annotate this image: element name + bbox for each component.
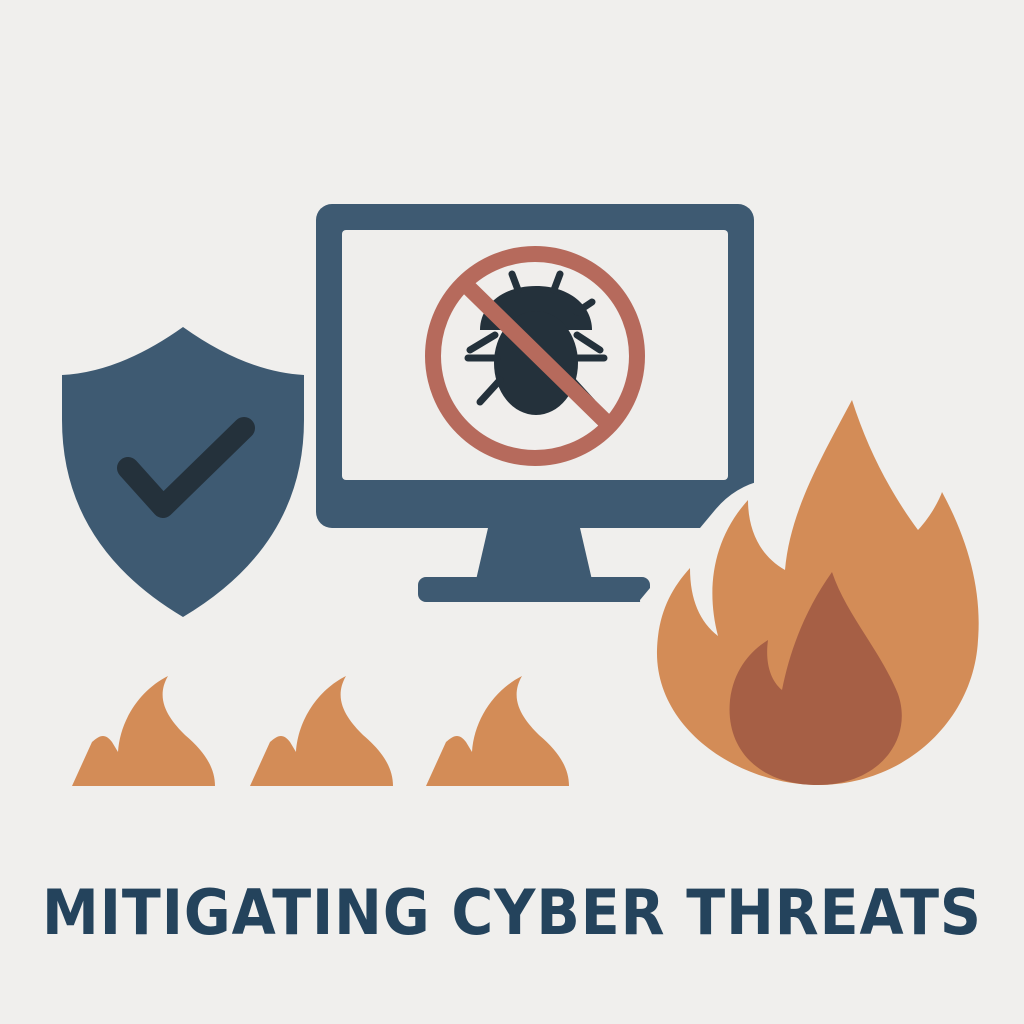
headline: MITIGATING CYBER THREATS — [42, 876, 982, 949]
monitor-stand-neck — [476, 528, 592, 580]
monitor-stand-base — [418, 577, 650, 602]
small-flames — [72, 676, 569, 786]
small-flame-icon-3 — [426, 676, 569, 786]
shield-check-icon — [62, 327, 304, 617]
no-bug-icon — [425, 246, 645, 466]
small-flame-icon-2 — [250, 676, 393, 786]
small-flame-icon-1 — [72, 676, 215, 786]
shield-body — [62, 327, 304, 617]
